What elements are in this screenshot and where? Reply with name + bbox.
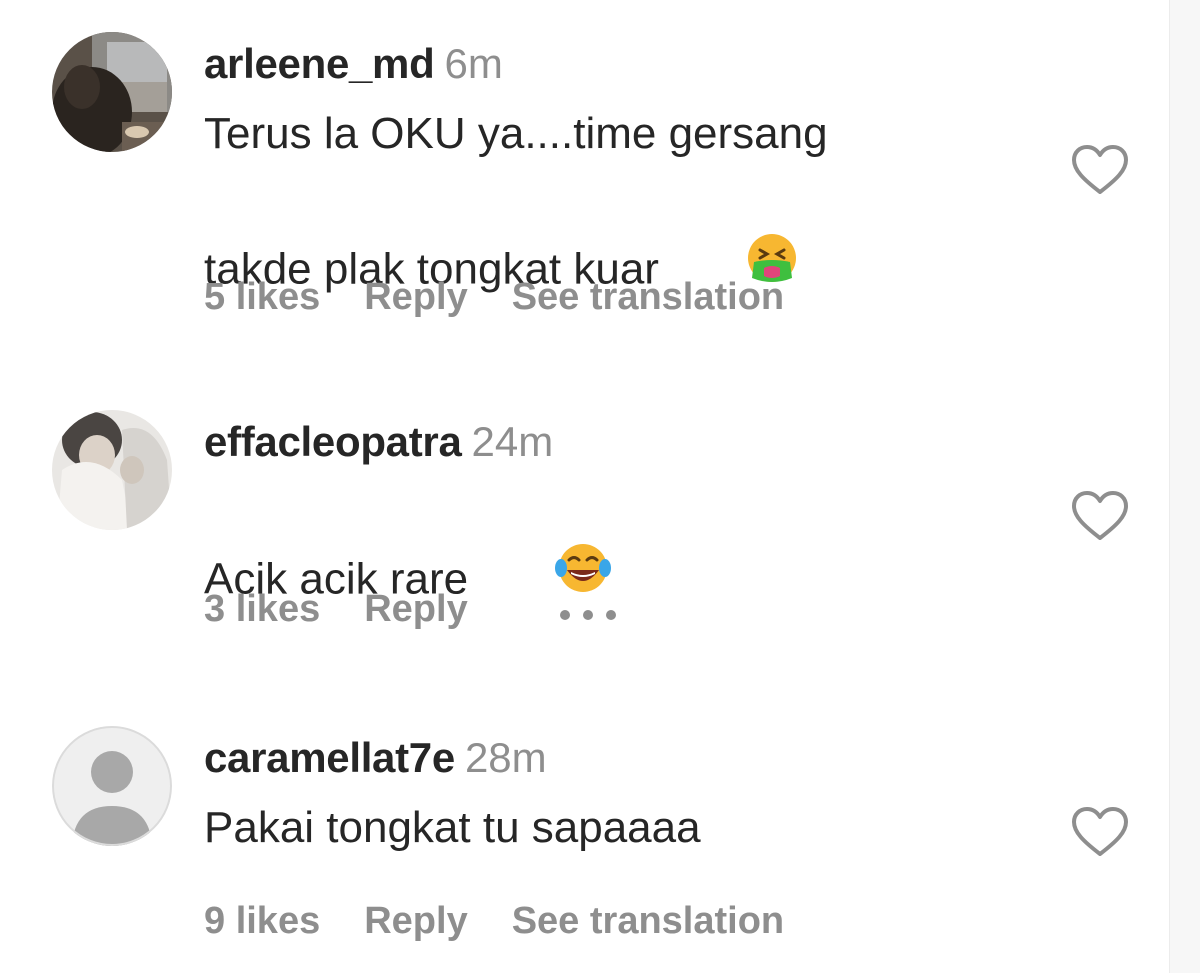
comment-actions: 9 likes Reply See translation (204, 900, 828, 943)
username-link[interactable]: arleene_md (204, 40, 435, 87)
comment-actions: 5 likes Reply See translation (204, 276, 828, 319)
comment-item: arleene_md 6m Terus la OKU ya....time ger… (0, 32, 1170, 332)
avatar[interactable] (52, 32, 172, 152)
default-profile-icon (52, 726, 172, 846)
likes-count[interactable]: 5 likes (204, 276, 320, 319)
avatar[interactable] (52, 410, 172, 530)
tears-of-joy-face-icon (482, 474, 612, 682)
reply-button[interactable]: Reply (364, 588, 467, 631)
comment-text: Terus la OKU ya....time gersang takde pl… (204, 100, 1024, 376)
reply-button[interactable]: Reply (364, 900, 467, 943)
see-translation-button[interactable]: See translation (512, 276, 784, 319)
comment-text-content: Pakai tongkat tu sapaaaa (204, 803, 701, 852)
comment-text: Pakai tongkat tu sapaaaa (204, 794, 1024, 862)
see-translation-button[interactable]: See translation (512, 900, 784, 943)
likes-count[interactable]: 3 likes (204, 588, 320, 631)
username-link[interactable]: effacleopatra (204, 418, 462, 465)
comment-timestamp[interactable]: 28m (465, 734, 547, 781)
heart-icon[interactable] (1071, 806, 1129, 858)
avatar-photo (52, 410, 172, 530)
heart-icon[interactable] (1071, 144, 1129, 196)
comment-item: caramellat7e 28m Pakai tongkat tu sapaaaa… (0, 726, 1170, 966)
comment-header: effacleopatra 24m (204, 418, 553, 468)
avatar-photo (52, 32, 172, 152)
heart-icon[interactable] (1071, 490, 1129, 542)
comment-header: caramellat7e 28m (204, 734, 547, 784)
comment-item: effacleopatra 24m Acik acik rare 3 likes R… (0, 410, 1170, 660)
comment-actions: 3 likes Reply (204, 588, 662, 632)
reply-button[interactable]: Reply (364, 276, 467, 319)
comment-timestamp[interactable]: 6m (444, 40, 502, 87)
scrollbar-track[interactable] (1169, 0, 1200, 973)
likes-count[interactable]: 9 likes (204, 900, 320, 943)
more-options-icon[interactable] (558, 589, 618, 632)
avatar[interactable] (52, 726, 172, 846)
comment-text: Acik acik rare (204, 478, 1024, 686)
comment-timestamp[interactable]: 24m (472, 418, 554, 465)
comment-header: arleene_md 6m (204, 40, 503, 90)
nauseated-face-icon (673, 164, 798, 372)
username-link[interactable]: caramellat7e (204, 734, 455, 781)
